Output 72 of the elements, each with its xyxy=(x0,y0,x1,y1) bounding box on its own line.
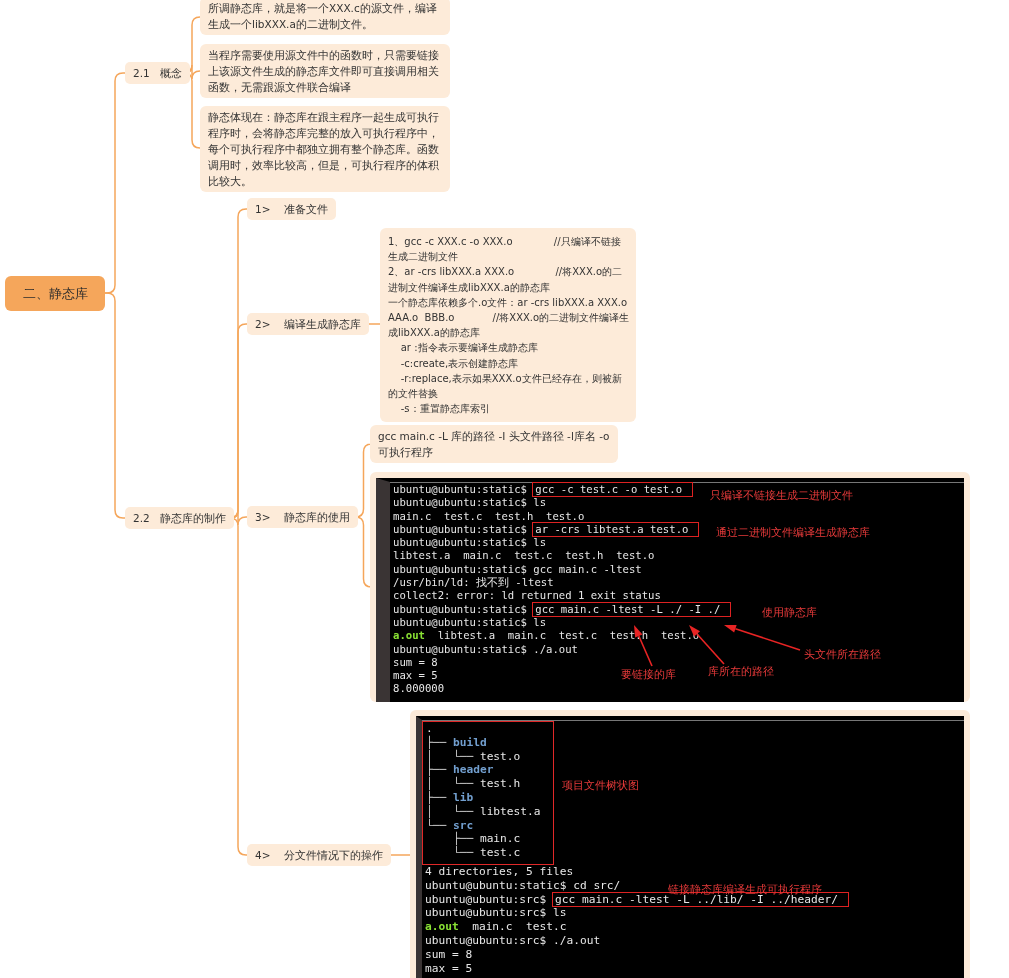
note-line: 1、gcc -c XXX.c -o XXX.o //只编译不链接生成二进制文件 xyxy=(388,235,622,265)
note-text: gcc main.c -L 库的路径 -I 头文件路径 -l库名 -o 可执行程序 xyxy=(370,425,618,463)
terminal-line: sum = 8 xyxy=(425,947,473,962)
terminal-line: ubuntu@ubuntu:static$ ls xyxy=(393,496,547,510)
terminal-line: ubuntu@ubuntu:static$ cd src/ xyxy=(425,878,621,893)
prompt-text: ubuntu@ubuntu:static$ xyxy=(393,483,527,497)
terminal-line: ubuntu@ubuntu:static$ ./a.out xyxy=(393,642,578,656)
terminal-line: 4 directories, 5 files xyxy=(425,864,574,879)
topic[interactable]: 2.1 概念 xyxy=(125,62,190,84)
terminal-line: max = 5 xyxy=(425,961,473,976)
terminal-line: max = 5 xyxy=(393,669,438,683)
prompt-text: ubuntu@ubuntu:static$ xyxy=(393,602,527,616)
tree-branch: │ └── xyxy=(426,804,475,818)
annotation-text: 只编译不链接生成二进制文件 xyxy=(710,489,853,502)
tree-branch: └── xyxy=(451,846,475,860)
directory-name: build xyxy=(452,735,487,749)
note-line: -c:create,表示创建静态库 xyxy=(399,356,520,371)
terminal-line: collect2: error: ld returned 1 exit status xyxy=(393,589,661,603)
note-line: -r:replace,表示如果XXX.o文件已经存在，则被新的文件替换 xyxy=(388,371,623,402)
terminal-line: main.c test.c xyxy=(471,920,567,934)
topic[interactable]: 3> 静态库的使用 xyxy=(247,506,358,528)
terminal-line: test.c xyxy=(479,846,521,860)
terminal-line: /usr/bin/ld: 找不到 -ltest xyxy=(393,576,554,590)
terminal-line: main.c xyxy=(479,832,521,847)
terminal-line: ubuntu@ubuntu:src$ ./a.out xyxy=(425,933,601,948)
terminal-line: ubuntu@ubuntu:src$ ls xyxy=(425,906,567,921)
note-line: 2、ar -crs libXXX.a XXX.o //将XXX.o的二进制文件编译生成libXXX.a的静态库 xyxy=(388,265,624,295)
annotation-text: 头文件所在路径 xyxy=(804,648,881,661)
tree-branch: └── xyxy=(426,818,448,833)
terminal-line: . xyxy=(426,722,433,735)
tree-branch: ├── xyxy=(426,791,448,804)
root-topic[interactable]: 二、静态库 xyxy=(5,276,105,311)
annotation-text: 库所在的路径 xyxy=(708,665,774,678)
tree-branch: │ └── xyxy=(426,777,475,791)
topic[interactable]: 2.2 静态库的制作 xyxy=(125,507,234,529)
directory-name: header xyxy=(452,763,494,777)
terminal-line: ubuntu@ubuntu:static$ ls xyxy=(393,615,547,630)
terminal-line: 8.000000 xyxy=(393,682,445,696)
note-line: -s：重置静态库索引 xyxy=(399,402,491,417)
directory-name: lib xyxy=(452,791,474,804)
note-text: 静态体现在：静态库在跟主程序一起生成可执行程序时，会将静态库完整的放入可执行程序中，每个可执行程序中都独立拥有整个静态库。函数调用时，效率比较高，但是，可执行程序的体积比较大。 xyxy=(200,106,450,192)
annotation-text: 使用静态库 xyxy=(762,606,817,619)
directory-name: src xyxy=(452,818,474,832)
terminal-line: ubuntu@ubuntu:static$ ls xyxy=(393,536,547,550)
terminal-line: ubuntu@ubuntu:static$ gcc main.c -ltest xyxy=(393,562,642,577)
terminal-line: main.c test.c test.h test.o xyxy=(393,509,585,523)
terminal-line: libtest.a xyxy=(479,804,541,819)
tree-branch: ├── xyxy=(426,735,448,749)
prompt-text: ubuntu@ubuntu:static$ xyxy=(393,522,527,537)
tree-branch: ├── xyxy=(451,832,475,846)
note-text: 当程序需要使用源文件中的函数时，只需要链接上该源文件生成的静态库文件即可直接调用相关函数，无需跟源文件联合编译 xyxy=(200,44,450,98)
note-line: ar :指令表示要编译生成静态库 xyxy=(399,341,539,356)
topic[interactable]: 2> 编译生成静态库 xyxy=(247,313,369,335)
topic[interactable]: 1> 准备文件 xyxy=(247,198,336,220)
highlighted-command: gcc main.c -ltest -L ./ -I ./ xyxy=(533,602,731,616)
prompt-text: ubuntu@ubuntu:src$ xyxy=(425,892,547,907)
terminal-line: sum = 8 xyxy=(393,655,438,670)
note-text: 所调静态库，就是将一个XXX.c的源文件，编译生成一个libXXX.a的二进制文件。 xyxy=(200,0,450,35)
terminal-line: libtest.a main.c test.c test.h test.o xyxy=(393,549,655,563)
tree-branch: ├── xyxy=(426,763,448,777)
annotation-text: 通过二进制文件编译生成静态库 xyxy=(716,526,870,539)
annotation-text: 链接静态库编译生成可执行程序 xyxy=(668,883,822,895)
tree-branch: │ └── xyxy=(426,749,475,763)
annotation-text: 要链接的库 xyxy=(621,668,676,681)
terminal-line: test.o xyxy=(479,749,521,764)
executable-name: a.out xyxy=(425,920,459,934)
highlighted-command: ar -crs libtest.a test.o xyxy=(533,522,699,537)
terminal-line: test.h xyxy=(479,777,521,791)
topic[interactable]: 4> 分文件情况下的操作 xyxy=(247,844,391,866)
executable-name: a.out xyxy=(393,629,425,643)
highlighted-command: gcc -c test.c -o test.o xyxy=(533,483,692,497)
annotation-text: 项目文件树状图 xyxy=(562,779,639,792)
